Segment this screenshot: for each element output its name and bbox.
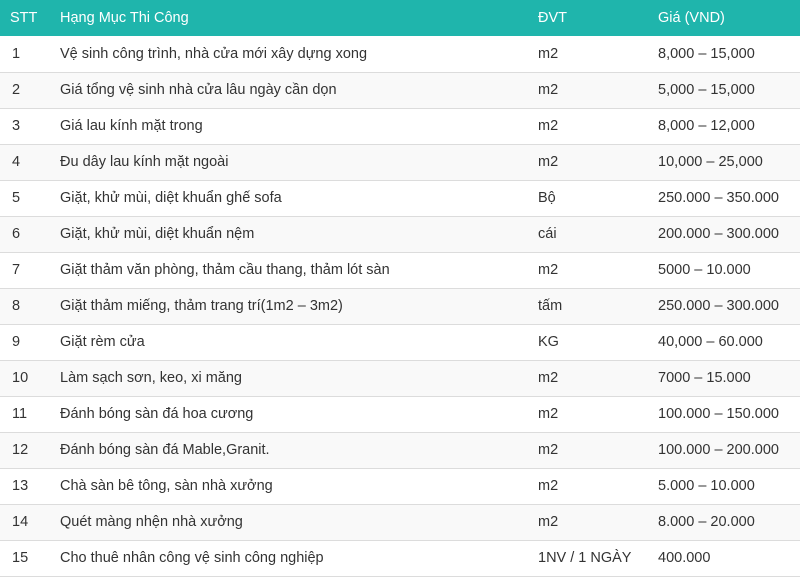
cell-item: Giặt thảm miếng, thảm trang trí(1m2 – 3m…	[60, 298, 343, 314]
cell-item: Cho thuê nhân công vệ sinh công nghiệp	[60, 550, 324, 566]
cell-unit: m2	[538, 370, 559, 386]
table-row: 10 Làm sạch sơn, keo, xi măng m2 7000 – 15.…	[0, 360, 800, 396]
table-row: 11 Đánh bóng sàn đá hoa cương m2 100.000 – …	[0, 396, 800, 432]
cell-price: 5.000 – 10.000	[658, 478, 755, 494]
cell-item: Giá lau kính mặt trong	[60, 118, 203, 134]
table-row: 13 Chà sàn bê tông, sàn nhà xưởng m2 5.000 …	[0, 468, 800, 504]
cell-item: Giặt rèm cửa	[60, 334, 145, 350]
table-row: 6 Giặt, khử mùi, diệt khuẩn nệm cái 200.000…	[0, 216, 800, 252]
cell-unit: Bộ	[538, 190, 556, 206]
cell-stt: 12	[12, 442, 29, 458]
price-table-container: STT Hạng Mục Thi Công ĐVT Giá (VND) 1 Vệ …	[0, 0, 800, 580]
table-row: 7 Giặt thảm văn phòng, thảm cầu thang, th…	[0, 252, 800, 288]
cell-item: Chà sàn bê tông, sàn nhà xưởng	[60, 478, 273, 494]
cell-price: 8.000 – 20.000	[658, 514, 755, 530]
table-row: 4 Đu dây lau kính mặt ngoài m2 10,000 – 25,…	[0, 144, 800, 180]
cell-stt: 8	[12, 298, 21, 314]
cell-price: 10,000 – 25,000	[658, 154, 763, 170]
cell-item: Đánh bóng sàn đá Mable,Granit.	[60, 442, 270, 458]
header-price: Giá (VND)	[658, 10, 725, 26]
cell-unit: m2	[538, 514, 559, 530]
cell-stt: 15	[12, 550, 29, 566]
cell-stt: 3	[12, 118, 21, 134]
cell-unit: m2	[538, 154, 559, 170]
table-header-row: STT Hạng Mục Thi Công ĐVT Giá (VND)	[0, 0, 800, 36]
cell-stt: 6	[12, 226, 21, 242]
cell-price: 5,000 – 15,000	[658, 82, 755, 98]
cell-item: Giặt thảm văn phòng, thảm cầu thang, thả…	[60, 262, 390, 278]
cell-unit: KG	[538, 334, 559, 350]
cell-price: 250.000 – 350.000	[658, 190, 779, 206]
cell-item: Giá tổng vệ sinh nhà cửa lâu ngày cần dọ…	[60, 82, 337, 98]
table-row: 9 Giặt rèm cửa KG 40,000 – 60.000	[0, 324, 800, 360]
cell-unit: m2	[538, 118, 559, 134]
cell-stt: 5	[12, 190, 21, 206]
cell-price: 40,000 – 60.000	[658, 334, 763, 350]
table-row: 12 Đánh bóng sàn đá Mable,Granit. m2 100.00…	[0, 432, 800, 468]
table-row: 14 Quét màng nhện nhà xưởng m2 8.000 – 20.0…	[0, 504, 800, 540]
cell-unit: 1NV / 1 NGÀY	[538, 550, 632, 566]
cell-unit: cái	[538, 226, 557, 242]
cell-price: 7000 – 15.000	[658, 370, 751, 386]
table-row: 15 Cho thuê nhân công vệ sinh công nghiệp…	[0, 540, 800, 576]
table-row: 5 Giặt, khử mùi, diệt khuẩn ghế sofa Bộ 250…	[0, 180, 800, 216]
cell-unit: m2	[538, 442, 559, 458]
cell-stt: 9	[12, 334, 21, 350]
table-row: 3 Giá lau kính mặt trong m2 8,000 – 12,000	[0, 108, 800, 144]
header-stt: STT	[10, 10, 38, 26]
cell-stt: 11	[12, 406, 28, 422]
cell-item: Đu dây lau kính mặt ngoài	[60, 154, 229, 170]
cell-stt: 10	[12, 370, 29, 386]
cell-stt: 1	[12, 45, 21, 62]
cell-price: 100.000 – 150.000	[658, 406, 779, 422]
cell-item: Đánh bóng sàn đá hoa cương	[60, 406, 254, 422]
cell-stt: 14	[12, 514, 29, 530]
table-row: 2 Giá tổng vệ sinh nhà cửa lâu ngày cần d…	[0, 72, 800, 108]
cell-stt: 4	[12, 154, 21, 170]
cell-item: Giặt, khử mùi, diệt khuẩn ghế sofa	[60, 190, 282, 206]
cell-price: 8,000 – 12,000	[658, 118, 755, 134]
price-table: STT Hạng Mục Thi Công ĐVT Giá (VND) 1 Vệ …	[0, 0, 800, 577]
header-unit: ĐVT	[538, 10, 567, 26]
cell-unit: m2	[538, 82, 559, 98]
cell-price: 250.000 – 300.000	[658, 298, 779, 314]
cell-item: Vệ sinh công trình, nhà cửa mới xây dựng…	[60, 45, 368, 62]
cell-price: 5000 – 10.000	[658, 262, 751, 278]
cell-item: Giặt, khử mùi, diệt khuẩn nệm	[60, 226, 255, 242]
cell-unit: m2	[538, 478, 559, 494]
cell-price: 100.000 – 200.000	[658, 442, 779, 458]
cell-stt: 13	[12, 478, 29, 494]
cell-item: Làm sạch sơn, keo, xi măng	[60, 370, 242, 386]
header-item: Hạng Mục Thi Công	[60, 10, 189, 26]
cell-price: 400.000	[658, 550, 711, 566]
cell-price: 200.000 – 300.000	[658, 226, 779, 242]
cell-unit: tấm	[538, 298, 563, 314]
cell-item: Quét màng nhện nhà xưởng	[60, 514, 243, 530]
cell-unit: m2	[538, 262, 559, 278]
cell-price: 8,000 – 15,000	[658, 45, 755, 62]
cell-unit: m2	[538, 45, 559, 62]
cell-unit: m2	[538, 406, 559, 422]
table-row: 1 Vệ sinh công trình, nhà cửa mới xây dựn…	[0, 36, 800, 72]
table-row: 8 Giặt thảm miếng, thảm trang trí(1m2 – 3…	[0, 288, 800, 324]
cell-stt: 7	[12, 262, 21, 278]
cell-stt: 2	[12, 82, 21, 98]
